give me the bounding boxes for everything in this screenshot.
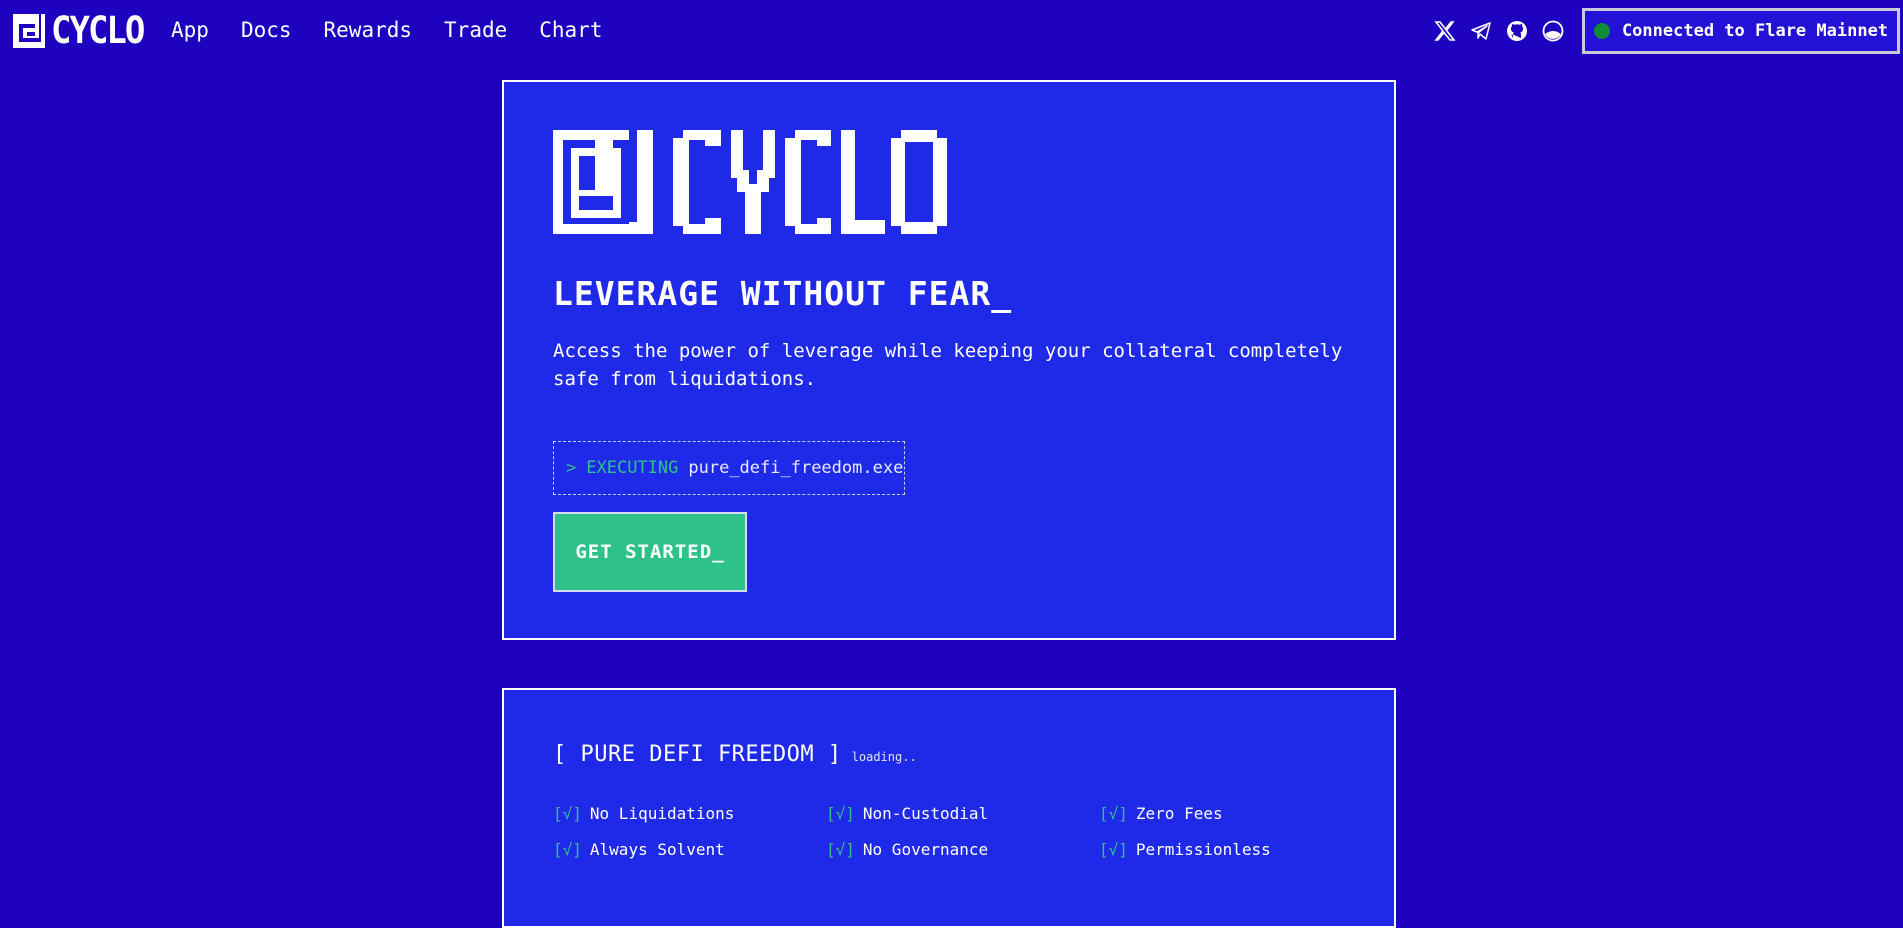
nav-link-trade[interactable]: Trade (444, 18, 507, 42)
features-list: [√] No Liquidations [√] Non-Custodial [√] Z… (553, 804, 1372, 860)
loading-indicator: loading.. (851, 750, 917, 764)
check-icon: [√] (1099, 804, 1128, 823)
social-links (1434, 20, 1564, 42)
feature-item: [√] No Liquidations (553, 804, 826, 824)
github-icon[interactable] (1506, 20, 1528, 42)
feature-label: Non-Custodial (862, 804, 989, 823)
nav-link-chart[interactable]: Chart (539, 18, 602, 42)
features-title: [ PURE DEFI FREEDOM ] (553, 742, 842, 767)
feature-label: No Liquidations (589, 804, 735, 823)
feature-item: [√] Permissionless (1099, 840, 1372, 860)
feature-label: Zero Fees (1135, 804, 1223, 823)
terminal-status: EXECUTING (586, 458, 679, 478)
x-icon[interactable] (1434, 20, 1456, 42)
terminal-prompt: > (566, 458, 577, 478)
cyclo-large-logo-icon (553, 130, 947, 234)
feature-item: [√] Zero Fees (1099, 804, 1372, 824)
nav-link-docs[interactable]: Docs (241, 18, 292, 42)
features-card: [ PURE DEFI FREEDOM ] loading.. [√] No Li… (502, 688, 1396, 928)
half-circle-icon[interactable] (1542, 20, 1564, 42)
get-started-button[interactable]: GET STARTED_ (553, 512, 747, 592)
check-icon: [√] (826, 804, 855, 823)
check-icon: [√] (553, 804, 582, 823)
check-icon: [√] (826, 840, 855, 859)
hero-headline: LEVERAGE WITHOUT FEAR_ (553, 274, 1013, 313)
hero-logo (553, 130, 953, 238)
features-heading: [ PURE DEFI FREEDOM ] loading.. (553, 742, 917, 767)
logo-wordmark: CYCLO (51, 9, 145, 53)
check-icon: [√] (553, 840, 582, 859)
check-icon: [√] (1099, 840, 1128, 859)
hero-card: LEVERAGE WITHOUT FEAR_ Access the power … (502, 80, 1396, 640)
connection-status-dot (1593, 23, 1610, 39)
cyclo-logo[interactable]: CYCLO (13, 9, 145, 53)
feature-label: No Governance (862, 840, 989, 859)
hero-subtext: Access the power of leverage while keepi… (553, 340, 1343, 390)
feature-item: [√] No Governance (826, 840, 1099, 860)
wallet-connection-button[interactable]: Connected to Flare Mainnet (1582, 8, 1900, 54)
top-nav: CYCLO App Docs Rewards Trade Chart Conne… (0, 0, 1903, 64)
feature-label: Always Solvent (589, 840, 725, 859)
terminal-line: > EXECUTING pure_defi_freedom.exe (553, 441, 905, 495)
feature-item: [√] Always Solvent (553, 840, 826, 860)
terminal-filename: pure_defi_freedom.exe (688, 458, 904, 478)
telegram-icon[interactable] (1470, 20, 1492, 42)
feature-label: Permissionless (1135, 840, 1271, 859)
feature-item: [√] Non-Custodial (826, 804, 1099, 824)
nav-links: App Docs Rewards Trade Chart (171, 18, 634, 42)
nav-link-app[interactable]: App (171, 18, 209, 42)
wallet-connection-label: Connected to Flare Mainnet (1621, 21, 1889, 41)
nav-link-rewards[interactable]: Rewards (324, 18, 413, 42)
